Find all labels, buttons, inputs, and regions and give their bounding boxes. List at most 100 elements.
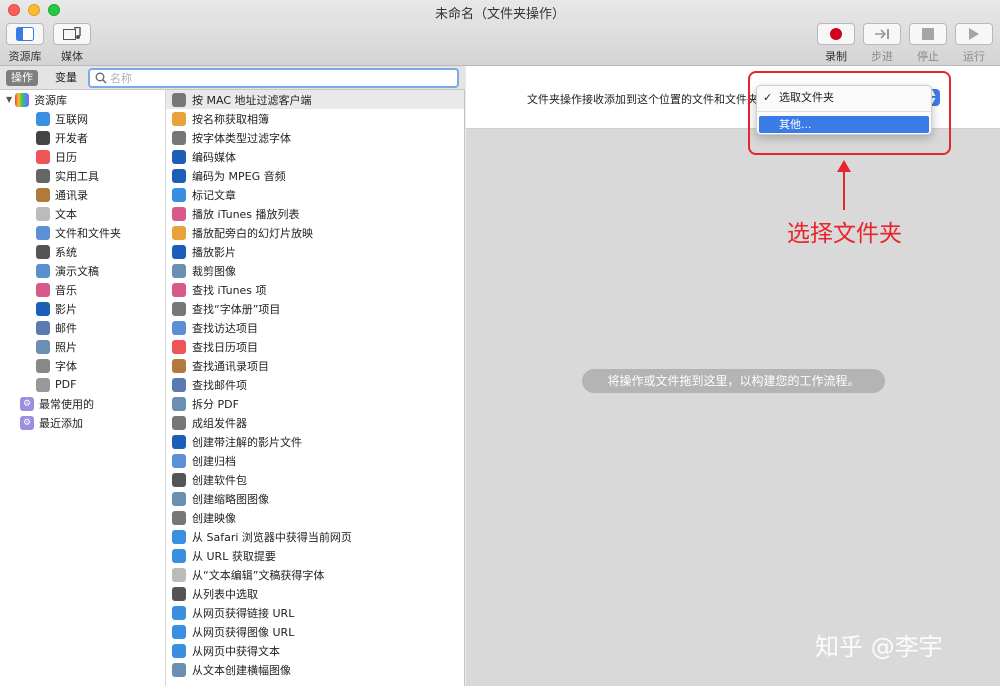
action-label: 标记文章: [192, 188, 236, 202]
library-category-item[interactable]: 文件和文件夹: [0, 223, 165, 242]
action-label: 查找 iTunes 项: [192, 283, 267, 297]
action-icon: [172, 225, 186, 240]
library-category-item[interactable]: 邮件: [0, 318, 165, 337]
library-category-label: 通讯录: [55, 188, 88, 202]
library-category-label: 影片: [55, 302, 77, 316]
system-icon: [36, 244, 50, 259]
library-category-item[interactable]: 通讯录: [0, 185, 165, 204]
library-toggle-button[interactable]: 资源库: [6, 23, 44, 64]
action-item[interactable]: 播放配旁白的幻灯片放映: [166, 223, 464, 242]
action-item[interactable]: 从网页获得链接 URL: [166, 603, 464, 622]
record-button[interactable]: 录制: [817, 23, 855, 64]
library-category-item[interactable]: 系统: [0, 242, 165, 261]
action-item[interactable]: 成组发件器: [166, 413, 464, 432]
action-item[interactable]: 创建归档: [166, 451, 464, 470]
library-category-item[interactable]: 字体: [0, 356, 165, 375]
action-label: 编码为 MPEG 音频: [192, 169, 286, 183]
library-category-item[interactable]: 影片: [0, 299, 165, 318]
action-label: 从 Safari 浏览器中获得当前网页: [192, 530, 352, 544]
action-item[interactable]: 拆分 PDF: [166, 394, 464, 413]
library-category-item[interactable]: 照片: [0, 337, 165, 356]
library-category-item[interactable]: PDF: [0, 375, 165, 394]
stop-label: 停止: [917, 50, 939, 63]
action-label: 查找邮件项: [192, 378, 247, 392]
action-item[interactable]: 按 MAC 地址过滤客户端: [166, 90, 464, 109]
action-label: 裁剪图像: [192, 264, 236, 278]
action-item[interactable]: 创建缩略图图像: [166, 489, 464, 508]
action-label: 从网页获得图像 URL: [192, 625, 295, 639]
library-category-label: 日历: [55, 150, 77, 164]
stop-icon: [909, 23, 947, 45]
actions-list: 按 MAC 地址过滤客户端 按名称获取相簿 按字体类型过滤字体 编码媒体编码为 MPE…: [166, 90, 465, 686]
library-category-item[interactable]: 开发者: [0, 128, 165, 147]
action-item[interactable]: 创建软件包: [166, 470, 464, 489]
action-item[interactable]: 查找访达项目: [166, 318, 464, 337]
step-label: 步进: [871, 50, 893, 63]
action-item[interactable]: 创建映像: [166, 508, 464, 527]
library-root-row[interactable]: ▼ 资源库: [0, 90, 165, 109]
library-category-item[interactable]: 演示文稿: [0, 261, 165, 280]
action-label: 查找日历项目: [192, 340, 258, 354]
action-item[interactable]: 标记文章: [166, 185, 464, 204]
action-item[interactable]: 编码媒体: [166, 147, 464, 166]
action-item[interactable]: 从网页获得图像 URL: [166, 622, 464, 641]
action-item[interactable]: 查找“字体册”项目: [166, 299, 464, 318]
action-item[interactable]: 查找 iTunes 项: [166, 280, 464, 299]
window-title: 未命名（文件夹操作）: [434, 7, 565, 22]
fonts-icon: [36, 358, 50, 373]
step-button[interactable]: 步进: [863, 23, 901, 64]
presentations-icon: [36, 263, 50, 278]
action-item[interactable]: 播放影片: [166, 242, 464, 261]
action-item[interactable]: 裁剪图像: [166, 261, 464, 280]
action-icon: [172, 320, 186, 335]
library-category-label: 邮件: [55, 321, 77, 335]
action-item[interactable]: 编码为 MPEG 音频: [166, 166, 464, 185]
action-icon: [172, 282, 186, 297]
action-label: 创建映像: [192, 511, 236, 525]
window-toolbar: 未命名（文件夹操作） 资源库 媒体 录制 步进 停止 运行: [0, 0, 1000, 66]
library-category-item[interactable]: 互联网: [0, 109, 165, 128]
library-category-item[interactable]: 日历: [0, 147, 165, 166]
photos-icon: [36, 339, 50, 354]
action-item[interactable]: 查找日历项目: [166, 337, 464, 356]
smart-group-most-used[interactable]: ⚙ 最常使用的: [0, 394, 165, 413]
library-category-item[interactable]: 实用工具: [0, 166, 165, 185]
library-category-label: 实用工具: [55, 169, 99, 183]
calendar-icon: [36, 149, 50, 164]
action-label: 从“文本编辑”文稿获得字体: [192, 568, 325, 582]
workflow-canvas[interactable]: [466, 129, 1000, 686]
action-item[interactable]: 播放 iTunes 播放列表: [166, 204, 464, 223]
action-item[interactable]: 从“文本编辑”文稿获得字体: [166, 565, 464, 584]
action-item[interactable]: 查找通讯录项目: [166, 356, 464, 375]
action-item[interactable]: 按名称获取相簿: [166, 109, 464, 128]
smart-group-recently-added[interactable]: ⚙ 最近添加: [0, 413, 165, 432]
action-item[interactable]: 按字体类型过滤字体: [166, 128, 464, 147]
play-icon: [955, 23, 993, 45]
action-item[interactable]: 查找邮件项: [166, 375, 464, 394]
media-button[interactable]: 媒体: [53, 23, 91, 64]
action-icon: [172, 605, 186, 620]
search-input[interactable]: [110, 71, 450, 86]
action-item[interactable]: 创建带注解的影片文件: [166, 432, 464, 451]
action-label: 从文本创建横幅图像: [192, 663, 291, 677]
disclosure-triangle-icon[interactable]: ▼: [6, 95, 12, 104]
library-category-item[interactable]: 文本: [0, 204, 165, 223]
action-icon: [172, 339, 186, 354]
run-button[interactable]: 运行: [955, 23, 993, 64]
action-label: 成组发件器: [192, 416, 247, 430]
library-category-item[interactable]: 音乐: [0, 280, 165, 299]
action-item[interactable]: 从 Safari 浏览器中获得当前网页: [166, 527, 464, 546]
action-icon: [172, 358, 186, 373]
action-label: 创建归档: [192, 454, 236, 468]
search-field[interactable]: [88, 68, 459, 88]
action-item[interactable]: 从文本创建横幅图像: [166, 660, 464, 679]
action-item[interactable]: 从 URL 获取提要: [166, 546, 464, 565]
action-label: 从 URL 获取提要: [192, 549, 276, 563]
text-icon: [36, 206, 50, 221]
action-item[interactable]: 从列表中选取: [166, 584, 464, 603]
stop-button[interactable]: 停止: [909, 23, 947, 64]
library-category-label: 字体: [55, 359, 77, 373]
tab-variables[interactable]: 变量: [50, 70, 82, 86]
tab-actions[interactable]: 操作: [6, 70, 38, 86]
action-item[interactable]: 从网页中获得文本: [166, 641, 464, 660]
